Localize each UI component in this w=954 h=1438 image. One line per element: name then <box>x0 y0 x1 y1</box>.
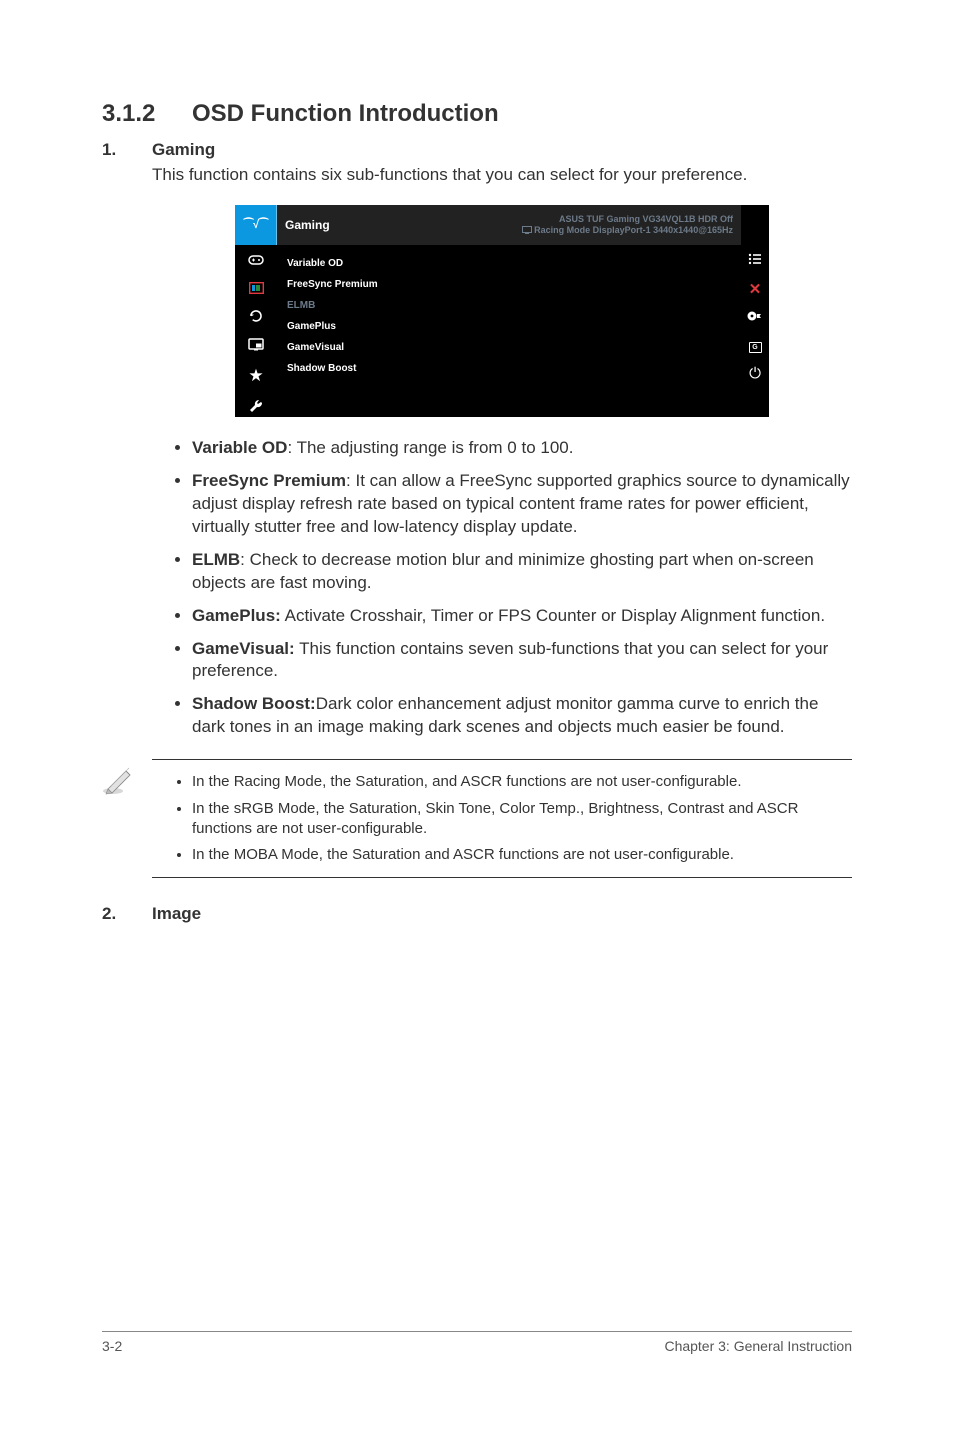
list-item: In the MOBA Mode, the Saturation and ASC… <box>192 845 852 865</box>
power-icon: ⏻ <box>749 365 761 382</box>
note-block: In the Racing Mode, the Saturation, and … <box>102 759 852 878</box>
pip-icon <box>248 338 264 354</box>
rotate-icon <box>248 309 264 326</box>
page-number: 3-2 <box>102 1338 122 1354</box>
subsection-number: 1. <box>102 140 152 749</box>
wrench-icon <box>249 398 264 416</box>
osd-screenshot: ⁀√⁀ ★ Gaming ASUS TUF Gaming VG34 <box>235 205 769 417</box>
list-item: ELMB: Check to decrease motion blur and … <box>192 549 852 595</box>
osd-header-line1: ASUS TUF Gaming VG34VQL1B HDR Off <box>522 214 733 225</box>
bullet-list: Variable OD: The adjusting range is from… <box>152 437 852 739</box>
osd-item: ELMB <box>277 295 741 316</box>
list-item: GamePlus: Activate Crosshair, Timer or F… <box>192 605 852 628</box>
osd-item: GamePlus <box>277 316 741 337</box>
pencil-note-icon <box>102 765 136 800</box>
subsection-title: Gaming <box>152 140 852 160</box>
osd-menu: Gaming ASUS TUF Gaming VG34VQL1B HDR Off… <box>277 205 741 417</box>
subsection-title: Image <box>152 904 852 924</box>
osd-item: FreeSync Premium <box>277 274 741 295</box>
close-x-icon: ✕ <box>749 280 762 298</box>
osd-menu-header: Gaming ASUS TUF Gaming VG34VQL1B HDR Off… <box>277 205 741 245</box>
joystick-dot-icon <box>747 310 763 325</box>
osd-item: Variable OD <box>277 253 741 274</box>
pulse-icon: ⁀√⁀ <box>235 205 277 245</box>
image-icon <box>249 281 264 297</box>
osd-item: GameVisual <box>277 337 741 358</box>
osd-item: Shadow Boost <box>277 358 741 379</box>
list-item: GameVisual: This function contains seven… <box>192 638 852 684</box>
subsection-number: 2. <box>102 904 152 928</box>
list-item: In the Racing Mode, the Saturation, and … <box>192 772 852 792</box>
osd-right-icon-column: ✕ G ⏻ <box>741 205 769 417</box>
subsection-intro: This function contains six sub-functions… <box>152 164 852 187</box>
star-icon: ★ <box>248 366 263 386</box>
controller-icon <box>248 253 264 269</box>
section-title: OSD Function Introduction <box>192 100 499 127</box>
list-item: FreeSync Premium: It can allow a FreeSyn… <box>192 470 852 539</box>
osd-item-list: Variable OD FreeSync Premium ELMB GamePl… <box>277 245 741 387</box>
chapter-label: Chapter 3: General Instruction <box>664 1338 852 1354</box>
osd-left-icon-column: ⁀√⁀ ★ <box>235 205 277 417</box>
section-number: 3.1.2 <box>102 100 192 128</box>
note-list: In the Racing Mode, the Saturation, and … <box>152 772 852 865</box>
osd-menu-title: Gaming <box>285 218 330 232</box>
osd-header-line2: Racing Mode DisplayPort-1 3440x1440@165H… <box>522 225 733 236</box>
list-item: Shadow Boost:Dark color enhancement adju… <box>192 693 852 739</box>
list-item: In the sRGB Mode, the Saturation, Skin T… <box>192 799 852 840</box>
list-item: Variable OD: The adjusting range is from… <box>192 437 852 460</box>
g-box-icon: G <box>749 337 762 353</box>
page-footer: 3-2 Chapter 3: General Instruction <box>102 1331 852 1354</box>
menu-list-icon <box>748 253 762 268</box>
section-heading: 3.1.2OSD Function Introduction <box>102 100 852 128</box>
